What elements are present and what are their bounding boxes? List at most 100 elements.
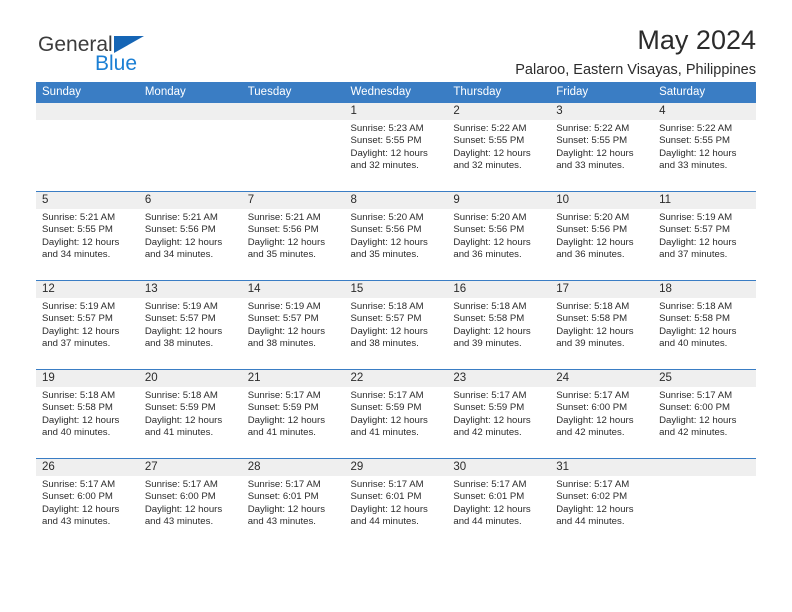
day-daylight-line2-text: and 42 minutes. [453,426,522,438]
day-sun-info: Sunrise: 5:22 AM Sunset: 5:55 PM Daylight:… [550,120,653,172]
day-sunset-text: Sunset: 5:57 PM [144,313,216,325]
day-daylight-line2-text: and 35 minutes. [247,248,316,260]
calendar-day-cell[interactable]: 9 Sunrise: 5:20 AM Sunset: 5:56 PM Daylight… [447,191,551,281]
calendar-day-cell[interactable]: 5 Sunrise: 5:21 AM Sunset: 5:55 PM Daylight… [36,191,139,281]
day-daylight-line1-text: Daylight: 12 hours [42,414,120,426]
day-number: 31 [550,459,654,476]
calendar-week-row: 5 Sunrise: 5:21 AM Sunset: 5:55 PM Daylight… [36,191,756,281]
day-daylight-line2-text: and 33 minutes. [556,159,625,171]
day-daylight-line1-text: Daylight: 12 hours [350,414,428,426]
day-daylight-line2-text: and 33 minutes. [659,159,728,171]
calendar-day-cell[interactable]: 8 Sunrise: 5:20 AM Sunset: 5:56 PM Daylight… [344,191,448,281]
calendar-day-cell[interactable]: 31 Sunrise: 5:17 AM Sunset: 6:02 PM Dayligh… [550,458,654,548]
day-sunrise-text: Sunrise: 5:17 AM [556,479,630,490]
day-sun-info: Sunrise: 5:22 AM Sunset: 5:55 PM Daylight:… [653,120,756,172]
day-number: 29 [344,459,448,476]
day-number: 7 [241,192,345,209]
day-sunset-text: Sunset: 6:00 PM [556,402,628,414]
day-number: 6 [138,192,242,209]
day-sun-info: Sunrise: 5:19 AM Sunset: 5:57 PM Daylight:… [139,298,242,350]
calendar-day-cell[interactable]: 4 Sunrise: 5:22 AM Sunset: 5:55 PM Daylight… [653,102,756,192]
day-sunrise-text: Sunrise: 5:17 AM [247,479,321,490]
calendar-day-cell[interactable]: 17 Sunrise: 5:18 AM Sunset: 5:58 PM Dayligh… [550,280,654,370]
calendar-day-cell[interactable]: 1 Sunrise: 5:23 AM Sunset: 5:55 PM Daylight… [344,102,448,192]
day-sunset-text: Sunset: 6:01 PM [453,491,525,503]
calendar-day-cell[interactable]: 20 Sunrise: 5:18 AM Sunset: 5:59 PM Dayligh… [138,369,242,459]
day-daylight-line2-text: and 39 minutes. [556,337,625,349]
day-sunset-text: Sunset: 5:58 PM [556,313,628,325]
calendar-day-cell[interactable]: 6 Sunrise: 5:21 AM Sunset: 5:56 PM Daylight… [138,191,242,281]
calendar-day-cell[interactable]: 13 Sunrise: 5:19 AM Sunset: 5:57 PM Dayligh… [138,280,242,370]
calendar-day-cell[interactable]: 3 Sunrise: 5:22 AM Sunset: 5:55 PM Daylight… [550,102,654,192]
day-sunset-text: Sunset: 6:00 PM [144,491,216,503]
day-sun-info: Sunrise: 5:18 AM Sunset: 5:58 PM Daylight:… [447,298,550,350]
day-number: 13 [138,281,242,298]
day-number [653,459,756,476]
day-sunset-text: Sunset: 6:00 PM [42,491,113,503]
calendar-day-cell[interactable]: 16 Sunrise: 5:18 AM Sunset: 5:58 PM Dayligh… [447,280,551,370]
day-daylight-line2-text: and 37 minutes. [42,337,111,349]
day-number: 12 [36,281,139,298]
calendar-week-row: 12 Sunrise: 5:19 AM Sunset: 5:57 PM Dayligh… [36,280,756,370]
day-sunrise-text: Sunrise: 5:23 AM [350,123,424,134]
day-sunrise-text: Sunrise: 5:17 AM [247,390,321,401]
day-sun-info: Sunrise: 5:17 AM Sunset: 6:01 PM Daylight:… [447,476,550,528]
calendar-week-row: 26 Sunrise: 5:17 AM Sunset: 6:00 PM Dayligh… [36,458,756,548]
day-sun-info: Sunrise: 5:21 AM Sunset: 5:55 PM Daylight:… [36,209,139,261]
day-sunset-text: Sunset: 5:56 PM [350,224,422,236]
calendar-day-cell[interactable]: 24 Sunrise: 5:17 AM Sunset: 6:00 PM Dayligh… [550,369,654,459]
day-number: 5 [36,192,139,209]
page-title: May 2024 [637,25,756,55]
day-daylight-line2-text: and 41 minutes. [144,426,214,438]
calendar-day-cell[interactable]: 30 Sunrise: 5:17 AM Sunset: 6:01 PM Dayligh… [447,458,551,548]
day-daylight-line1-text: Daylight: 12 hours [453,503,531,515]
calendar-day-cell[interactable]: 12 Sunrise: 5:19 AM Sunset: 5:57 PM Dayligh… [36,280,139,370]
calendar-day-cell[interactable]: 22 Sunrise: 5:17 AM Sunset: 5:59 PM Dayligh… [344,369,448,459]
day-daylight-line1-text: Daylight: 12 hours [659,147,737,159]
day-sunrise-text: Sunrise: 5:18 AM [556,301,630,312]
day-sunset-text: Sunset: 5:57 PM [659,224,730,236]
day-daylight-line1-text: Daylight: 12 hours [42,325,120,337]
calendar-day-cell[interactable]: 29 Sunrise: 5:17 AM Sunset: 6:01 PM Dayligh… [344,458,448,548]
calendar-day-cell[interactable]: 15 Sunrise: 5:18 AM Sunset: 5:57 PM Dayligh… [344,280,448,370]
weekday-header-friday: Friday [550,82,654,103]
day-daylight-line2-text: and 32 minutes. [453,159,522,171]
calendar-day-cell[interactable]: 14 Sunrise: 5:19 AM Sunset: 5:57 PM Dayligh… [241,280,345,370]
day-sunrise-text: Sunrise: 5:19 AM [659,212,733,223]
calendar-day-cell[interactable]: 18 Sunrise: 5:18 AM Sunset: 5:58 PM Dayligh… [653,280,756,370]
calendar-day-cell[interactable]: 10 Sunrise: 5:20 AM Sunset: 5:56 PM Dayligh… [550,191,654,281]
general-blue-logo[interactable]: General Blue [36,26,186,82]
calendar-day-cell[interactable]: 26 Sunrise: 5:17 AM Sunset: 6:00 PM Dayligh… [36,458,139,548]
day-sun-info: Sunrise: 5:20 AM Sunset: 5:56 PM Daylight:… [447,209,550,261]
calendar-day-cell[interactable]: 27 Sunrise: 5:17 AM Sunset: 6:00 PM Dayligh… [138,458,242,548]
day-sunset-text: Sunset: 6:01 PM [350,491,422,503]
day-number: 8 [344,192,448,209]
day-number: 19 [36,370,139,387]
day-sunset-text: Sunset: 5:59 PM [144,402,216,414]
day-sunrise-text: Sunrise: 5:18 AM [42,390,116,401]
calendar-day-cell[interactable]: 2 Sunrise: 5:22 AM Sunset: 5:55 PM Daylight… [447,102,551,192]
day-daylight-line2-text: and 38 minutes. [247,337,316,349]
calendar-day-cell[interactable]: 11 Sunrise: 5:19 AM Sunset: 5:57 PM Dayligh… [653,191,756,281]
calendar-day-cell[interactable]: 19 Sunrise: 5:18 AM Sunset: 5:58 PM Dayligh… [36,369,139,459]
calendar-day-cell[interactable]: 23 Sunrise: 5:17 AM Sunset: 5:59 PM Dayligh… [447,369,551,459]
calendar-day-cell[interactable]: 7 Sunrise: 5:21 AM Sunset: 5:56 PM Daylight… [241,191,345,281]
day-daylight-line2-text: and 35 minutes. [350,248,419,260]
day-number: 16 [447,281,551,298]
day-sunset-text: Sunset: 5:55 PM [453,135,525,147]
day-number: 20 [138,370,242,387]
day-sunset-text: Sunset: 5:55 PM [350,135,422,147]
day-number: 28 [241,459,345,476]
page-header: General Blue May 2024 Palaroo, Eastern V… [36,0,756,78]
day-daylight-line2-text: and 36 minutes. [453,248,522,260]
calendar-day-cell[interactable]: 21 Sunrise: 5:17 AM Sunset: 5:59 PM Dayligh… [241,369,345,459]
day-daylight-line1-text: Daylight: 12 hours [350,325,428,337]
calendar-week-row: 1 Sunrise: 5:23 AM Sunset: 5:55 PM Daylight… [36,102,756,192]
day-sun-info: Sunrise: 5:17 AM Sunset: 5:59 PM Daylight:… [242,387,345,439]
calendar-day-cell[interactable]: 28 Sunrise: 5:17 AM Sunset: 6:01 PM Dayligh… [241,458,345,548]
day-daylight-line1-text: Daylight: 12 hours [659,236,737,248]
day-sun-info: Sunrise: 5:17 AM Sunset: 6:00 PM Daylight:… [653,387,756,439]
calendar-day-cell[interactable]: 25 Sunrise: 5:17 AM Sunset: 6:00 PM Dayligh… [653,369,756,459]
day-sunrise-text: Sunrise: 5:18 AM [453,301,527,312]
day-sunrise-text: Sunrise: 5:17 AM [42,479,116,490]
